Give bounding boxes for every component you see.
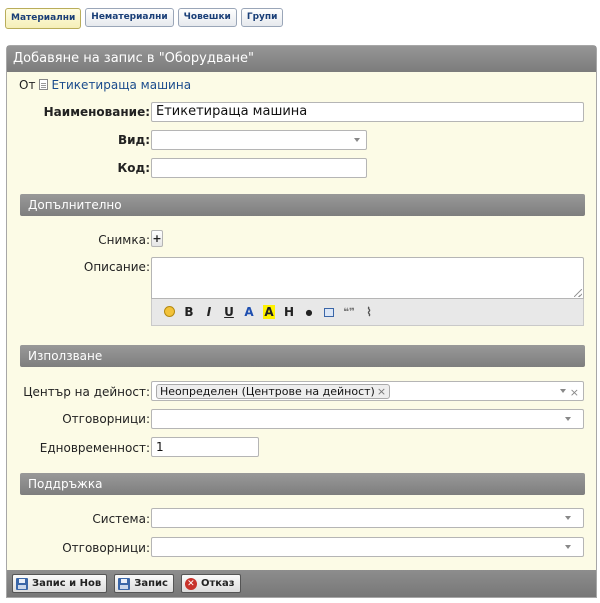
quote-button[interactable]: ❝❞ [339, 307, 359, 318]
cancel-button[interactable]: ✕ Отказ [180, 574, 241, 593]
chevron-down-icon [565, 417, 571, 421]
code-input[interactable] [151, 158, 367, 178]
chevron-down-icon [565, 545, 571, 549]
support-responsible-label: Отговорници: [62, 541, 150, 555]
highlight-label: A [263, 305, 275, 319]
highlight-button[interactable]: A [259, 305, 279, 319]
bold-button[interactable]: B [179, 305, 199, 319]
center-label: Център на дейност: [23, 385, 150, 399]
center-chip-label: Неопределен (Центрове на дейност) [160, 385, 375, 398]
photo-label: Снимка: [98, 233, 150, 247]
add-photo-button[interactable]: + [151, 230, 163, 247]
name-label: Наименование: [43, 105, 150, 119]
floppy-icon [118, 577, 131, 590]
floppy-icon [16, 577, 28, 590]
system-label: Система: [92, 512, 150, 526]
center-select[interactable]: Неопределен (Центрове на дейност) × × [151, 381, 584, 401]
tab-intangible[interactable]: Нематериални [85, 8, 174, 27]
resize-handle-icon[interactable] [574, 289, 582, 297]
system-select[interactable] [151, 508, 584, 528]
save-and-new-button[interactable]: Запис и Нов [12, 574, 108, 593]
simultaneity-label: Едновременност: [39, 441, 150, 455]
center-chip: Неопределен (Центрове на дейност) × [156, 384, 391, 399]
usage-responsible-select[interactable] [151, 409, 584, 429]
form-title: Добавяне на запис в "Оборудване" [7, 46, 596, 72]
form-actions: Запис и Нов Запис ✕ Отказ [7, 570, 596, 597]
section-usage[interactable]: Използване [20, 345, 585, 367]
italic-button[interactable]: I [199, 305, 219, 319]
add-record-form: Добавяне на запис в "Оборудване" От Етике… [6, 45, 597, 598]
save-button[interactable]: Запис [114, 574, 174, 593]
type-select[interactable] [151, 130, 367, 150]
editor-toolbar: B I U A A H ● ❝❞ ⌇ [151, 299, 584, 326]
tab-groups[interactable]: Групи [240, 8, 284, 27]
tab-human[interactable]: Човешки [177, 8, 237, 27]
code-label: Код: [117, 161, 150, 175]
bullet-button[interactable]: ● [299, 308, 319, 317]
document-icon [39, 79, 49, 90]
resource-tabs: Материални Нематериални Човешки Групи [5, 8, 284, 29]
chevron-down-icon [565, 516, 571, 520]
section-additional[interactable]: Допълнително [20, 194, 585, 216]
cancel-label: Отказ [200, 578, 235, 589]
chip-close-icon[interactable]: × [377, 385, 386, 398]
from-label: От [19, 78, 36, 92]
section-support[interactable]: Поддръжка [20, 473, 585, 495]
paperclip-icon[interactable]: ⌇ [359, 305, 379, 319]
text-color-button[interactable]: A [239, 305, 259, 319]
chevron-down-icon [354, 138, 360, 142]
name-input[interactable]: Етикетираща машина [151, 102, 584, 122]
simultaneity-input[interactable]: 1 [151, 437, 259, 457]
table-icon[interactable] [319, 305, 339, 319]
heading-button[interactable]: H [279, 305, 299, 319]
clear-icon[interactable]: × [570, 384, 579, 402]
description-label: Описание: [83, 260, 150, 274]
description-textarea[interactable] [151, 257, 584, 299]
save-and-new-label: Запис и Нов [32, 578, 102, 589]
type-label: Вид: [117, 133, 150, 147]
support-responsible-select[interactable] [151, 537, 584, 557]
from-line: От Етикетираща машина [19, 78, 191, 92]
from-link[interactable]: Етикетираща машина [51, 78, 191, 92]
chevron-down-icon [560, 389, 566, 393]
underline-button[interactable]: U [219, 305, 239, 319]
save-label: Запис [134, 578, 168, 589]
usage-responsible-label: Отговорници: [62, 412, 150, 426]
cancel-icon: ✕ [184, 577, 197, 590]
smiley-icon[interactable] [159, 305, 179, 319]
tab-material[interactable]: Материални [5, 8, 82, 29]
